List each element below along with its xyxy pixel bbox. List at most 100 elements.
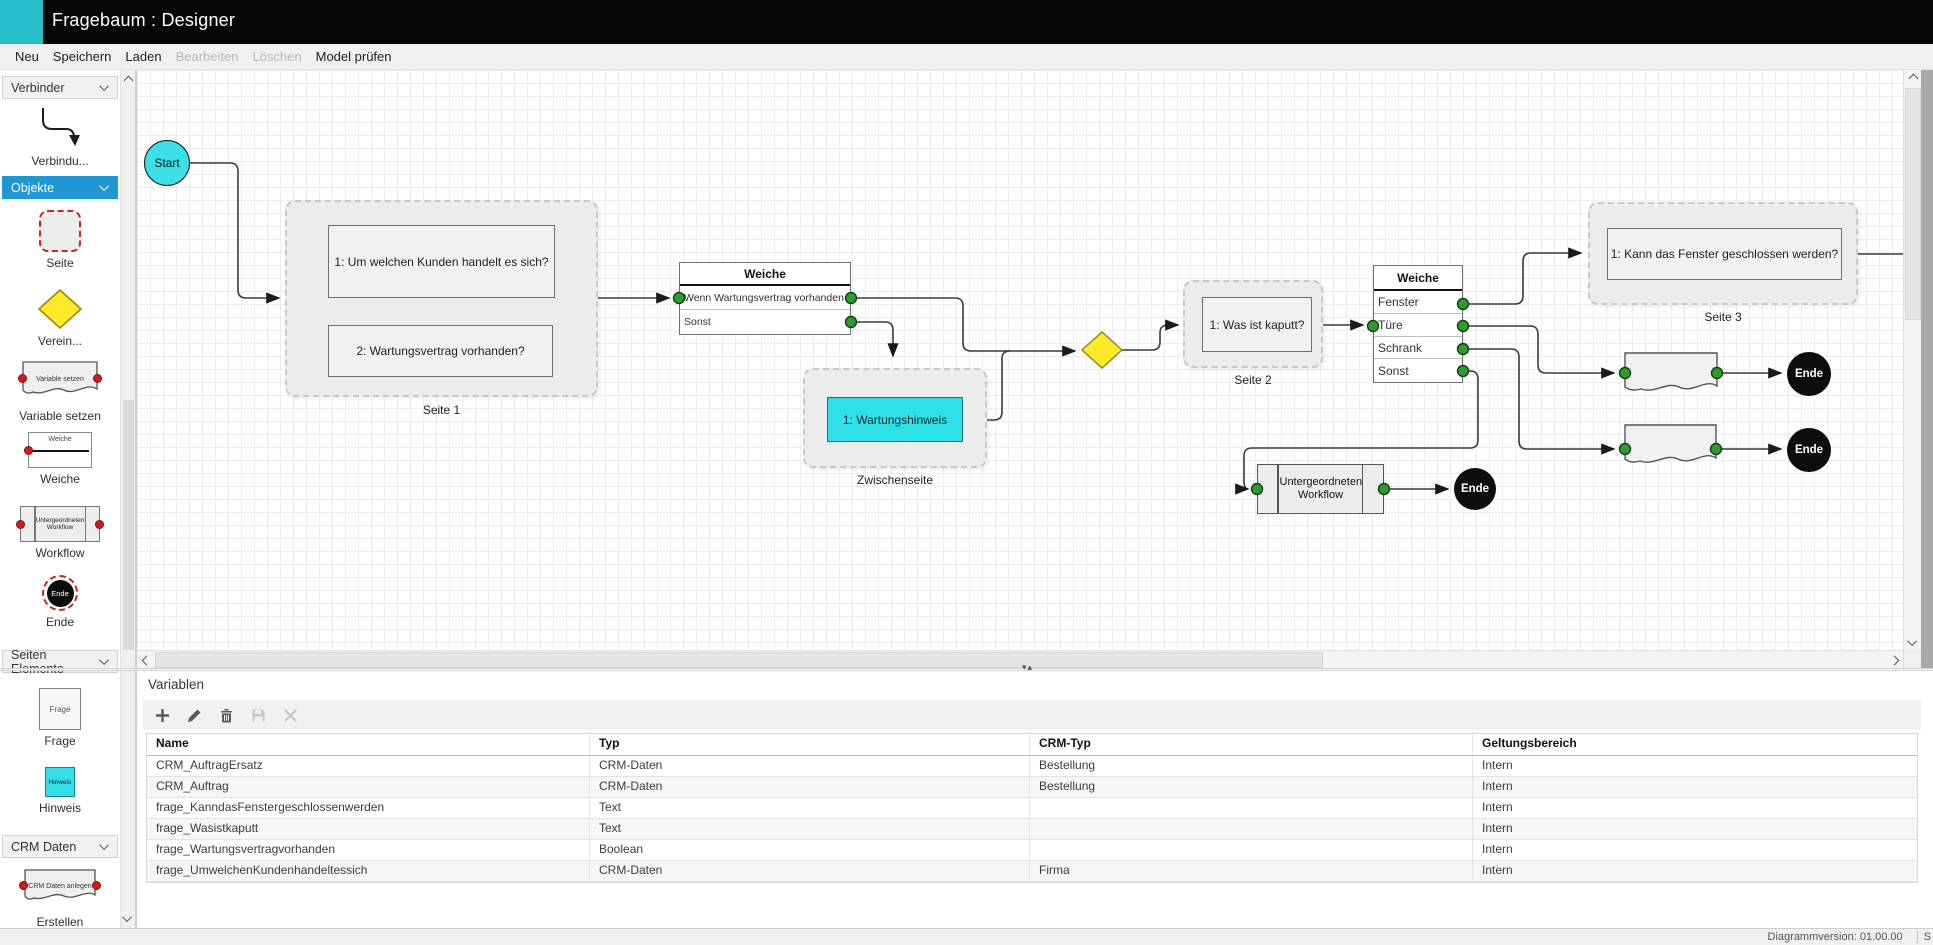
weiche-branch-row[interactable]: Schrank [1374,337,1462,359]
table-row[interactable]: frage_UmwelchenKundenhandeltessich CRM-D… [147,861,1917,882]
diagram-canvas[interactable]: Start 1: Um welchen Kunden handelt es si… [137,70,1903,650]
scrollbar-thumb[interactable] [123,400,134,650]
scroll-down-button[interactable] [121,910,136,926]
palette-item-ende[interactable]: Ende Ende [0,575,120,629]
cell-crm-typ[interactable] [1030,840,1473,860]
statusbar-separator [1917,931,1918,943]
table-row[interactable]: CRM_Auftrag CRM-Daten Bestellung Intern [147,777,1917,798]
cell-geltungsbereich[interactable]: Intern [1473,777,1917,797]
palette-item-frage[interactable]: Frage Frage [0,688,120,748]
menu-item-speichern[interactable]: Speichern [46,46,119,67]
menu-item-bearbeiten[interactable]: Bearbeiten [169,46,246,67]
cell-typ[interactable]: Text [590,819,1030,839]
cell-geltungsbereich[interactable]: Intern [1473,861,1917,881]
column-header-typ[interactable]: Typ [590,734,1030,755]
menu-item-laden[interactable]: Laden [118,46,168,67]
scrollbar-thumb[interactable] [155,652,1323,668]
node-sub-workflow[interactable]: Untergeordneten Workflow [1257,464,1384,514]
cell-name[interactable]: CRM_AuftragErsatz [147,756,590,776]
cell-name[interactable]: frage_UmwelchenKundenhandeltessich [147,861,590,881]
scroll-left-button[interactable] [137,651,155,669]
node-frage-fenster[interactable]: 1: Kann das Fenster geschlossen werden? [1607,228,1842,280]
weiche-branch-row[interactable]: Wenn Wartungsvertrag vorhanden [680,286,850,310]
node-crm-anlegen-2[interactable]: CRM Daten anlegen [1629,430,1713,462]
node-crm-anlegen-1[interactable]: CRM Daten anlegen [1629,358,1713,390]
palette-item-variable-setzen[interactable]: Variable setzen Variable setzen [0,360,120,423]
column-header-geltungsbereich[interactable]: Geltungsbereich [1473,734,1917,755]
weiche-branch-row[interactable]: Fenster [1374,291,1462,314]
panel-title: Variablen [148,677,204,692]
plus-icon [155,708,170,723]
scroll-right-button[interactable] [1885,651,1903,669]
cell-name[interactable]: frage_Wasistkaputt [147,819,590,839]
palette-item-workflow[interactable]: Untergeordneten Workflow Workflow [0,506,120,560]
palette-item-verbindung[interactable]: Verbindu... [0,104,120,168]
canvas-vertical-scrollbar [1903,70,1921,650]
section-header-crm-daten[interactable]: CRM Daten [2,835,118,858]
table-row[interactable]: frage_Wasistkaputt Text Intern [147,819,1917,840]
section-header-verbinder[interactable]: Verbinder [2,76,118,99]
column-header-crm-typ[interactable]: CRM-Typ [1030,734,1473,755]
cell-typ[interactable]: CRM-Daten [590,777,1030,797]
cell-crm-typ[interactable] [1030,798,1473,818]
section-header-objekte[interactable]: Objekte [2,176,118,199]
sub-workflow-label: Untergeordneten Workflow [1280,476,1362,501]
delete-variable-button[interactable] [215,704,237,726]
node-frage-wartungsvertrag[interactable]: 2: Wartungsvertrag vorhanden? [328,325,553,377]
cell-geltungsbereich[interactable]: Intern [1473,756,1917,776]
cell-crm-typ[interactable]: Bestellung [1030,777,1473,797]
cell-typ[interactable]: CRM-Daten [590,756,1030,776]
chevron-down-icon [99,181,109,191]
cell-typ[interactable]: Boolean [590,840,1030,860]
table-row[interactable]: frage_KanndasFenstergeschlossenwerden Te… [147,798,1917,819]
menu-item-loeschen[interactable]: Löschen [245,46,308,67]
node-weiche1[interactable]: Weiche Wenn Wartungsvertrag vorhanden So… [679,262,851,335]
node-ende-3[interactable]: Ende [1454,468,1496,510]
cell-name[interactable]: CRM_Auftrag [147,777,590,797]
hint-shape-icon: Hinweis [45,767,75,797]
palette-item-weiche[interactable]: Weiche Weiche [0,432,120,486]
table-row[interactable]: CRM_AuftragErsatz CRM-Daten Bestellung I… [147,756,1917,777]
node-start[interactable]: Start [144,140,190,186]
palette-item-hinweis[interactable]: Hinweis Hinweis [0,767,120,815]
edit-variable-button[interactable] [183,704,205,726]
node-weiche2[interactable]: Weiche Fenster Türe Schrank Sonst [1373,265,1463,383]
column-header-name[interactable]: Name [147,734,590,755]
cell-name[interactable]: frage_KanndasFenstergeschlossenwerden [147,798,590,818]
cell-crm-typ[interactable] [1030,819,1473,839]
palette-item-seite[interactable]: Seite [0,210,120,270]
cell-typ[interactable]: Text [590,798,1030,818]
node-frage-kaputt[interactable]: 1: Was ist kaputt? [1202,297,1312,352]
cancel-edit-button[interactable] [279,704,301,726]
cell-geltungsbereich[interactable]: Intern [1473,840,1917,860]
node-ende-2[interactable]: Ende [1787,428,1831,472]
cell-name[interactable]: frage_Wartungsvertragvorhanden [147,840,590,860]
palette-item-vereinigung[interactable]: Verein... [0,288,120,348]
port-dot-red [92,881,101,890]
scroll-up-button[interactable] [121,72,136,88]
save-variable-button[interactable] [247,704,269,726]
icon-caption: Weiche [29,436,91,443]
cell-geltungsbereich[interactable]: Intern [1473,798,1917,818]
merge-diamond-node[interactable] [1082,332,1122,368]
scroll-down-button[interactable] [1904,634,1922,650]
node-wartungshinweis[interactable]: 1: Wartungshinweis [827,397,963,442]
weiche-branch-row[interactable]: Sonst [680,310,850,333]
question-shape-icon: Frage [39,688,81,730]
menu-item-neu[interactable]: Neu [8,46,46,67]
cell-crm-typ[interactable]: Firma [1030,861,1473,881]
cell-geltungsbereich[interactable]: Intern [1473,819,1917,839]
palette-item-erstellen[interactable]: CRM Daten anlegen Erstellen [0,868,120,929]
weiche-branch-row[interactable]: Türe [1374,314,1462,337]
table-row[interactable]: frage_Wartungsvertragvorhanden Boolean I… [147,840,1917,861]
scrollbar-thumb[interactable] [1905,88,1921,320]
scroll-up-button[interactable] [1904,70,1922,86]
menu-item-model-pruefen[interactable]: Model prüfen [309,46,399,67]
cell-crm-typ[interactable]: Bestellung [1030,756,1473,776]
cell-typ[interactable]: CRM-Daten [590,861,1030,881]
weiche-branch-row[interactable]: Sonst [1374,359,1462,382]
add-variable-button[interactable] [151,704,173,726]
connector-arrow-icon [25,104,95,150]
node-ende-1[interactable]: Ende [1787,352,1831,396]
node-frage-kunde[interactable]: 1: Um welchen Kunden handelt es sich? [328,225,555,298]
